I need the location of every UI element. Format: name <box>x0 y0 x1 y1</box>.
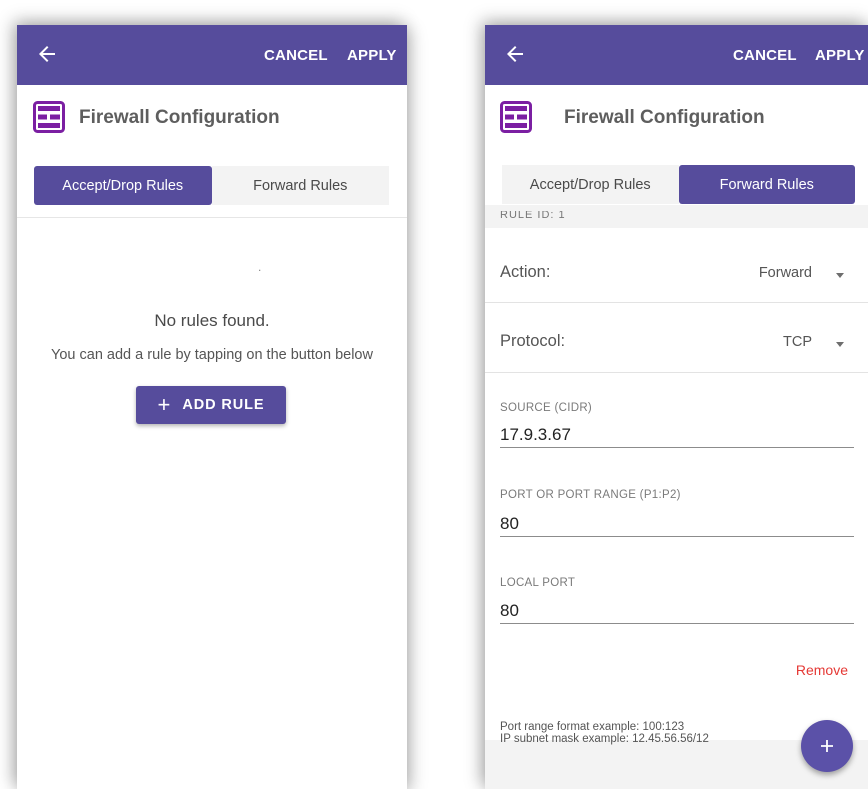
forward-rules-screen: CANCEL APPLY Firewall Configuration Acce… <box>485 25 868 789</box>
back-arrow-icon[interactable] <box>503 42 527 66</box>
remove-rule-button[interactable]: Remove <box>796 662 848 678</box>
protocol-label: Protocol: <box>500 332 566 350</box>
empty-state-indicator: . <box>258 260 262 274</box>
divider <box>17 217 407 218</box>
divider <box>485 302 868 303</box>
add-rule-button[interactable]: + ADD RULE <box>136 386 286 424</box>
source-cidr-input[interactable] <box>500 423 854 448</box>
action-select[interactable]: Forward <box>759 265 812 281</box>
tab-accept-drop-rules[interactable]: Accept/Drop Rules <box>34 166 212 205</box>
cancel-button[interactable]: CANCEL <box>733 47 797 64</box>
app-bar: CANCEL APPLY <box>17 25 407 85</box>
rule-tabs: Accept/Drop Rules Forward Rules <box>502 165 855 204</box>
plus-icon <box>821 740 833 752</box>
local-port-input[interactable] <box>500 599 854 624</box>
subnet-note: IP subnet mask example: 12.45.56.56/12 <box>500 733 709 745</box>
port-range-label: PORT OR PORT RANGE (P1:P2) <box>500 489 681 501</box>
apply-button[interactable]: APPLY <box>347 47 397 64</box>
tab-forward-rules[interactable]: Forward Rules <box>211 166 389 205</box>
app-bar: CANCEL APPLY <box>485 25 868 85</box>
empty-state-subtitle: You can add a rule by tapping on the but… <box>51 347 373 363</box>
back-arrow-icon[interactable] <box>35 42 59 66</box>
action-label: Action: <box>500 263 551 281</box>
port-range-note: Port range format example: 100:123 <box>500 721 685 733</box>
page-title: Firewall Configuration <box>564 107 765 128</box>
apply-button[interactable]: APPLY <box>815 47 865 64</box>
local-port-label: LOCAL PORT <box>500 577 576 589</box>
page-title: Firewall Configuration <box>79 107 280 128</box>
add-rule-fab[interactable] <box>801 720 853 772</box>
chevron-down-icon[interactable] <box>834 269 846 281</box>
cancel-button[interactable]: CANCEL <box>264 47 328 64</box>
chevron-down-icon[interactable] <box>834 338 846 350</box>
protocol-select[interactable]: TCP <box>783 334 812 350</box>
firewall-icon <box>33 101 65 133</box>
divider <box>485 372 868 373</box>
rule-tabs: Accept/Drop Rules Forward Rules <box>34 166 389 205</box>
tab-forward-rules[interactable]: Forward Rules <box>678 165 855 204</box>
rule-id-label: RULE ID: 1 <box>500 211 566 219</box>
source-cidr-label: SOURCE (CIDR) <box>500 402 593 414</box>
tab-accept-drop-rules[interactable]: Accept/Drop Rules <box>502 165 679 204</box>
add-rule-label: ADD RULE <box>182 397 265 413</box>
plus-icon: + <box>157 392 171 417</box>
accept-drop-rules-screen: CANCEL APPLY Firewall Configuration Acce… <box>17 25 407 789</box>
page-header: Firewall Configuration <box>17 85 407 151</box>
firewall-icon <box>500 101 532 133</box>
port-range-input[interactable] <box>500 512 854 537</box>
page-header: Firewall Configuration <box>485 85 868 151</box>
empty-state-title: No rules found. <box>154 311 270 330</box>
